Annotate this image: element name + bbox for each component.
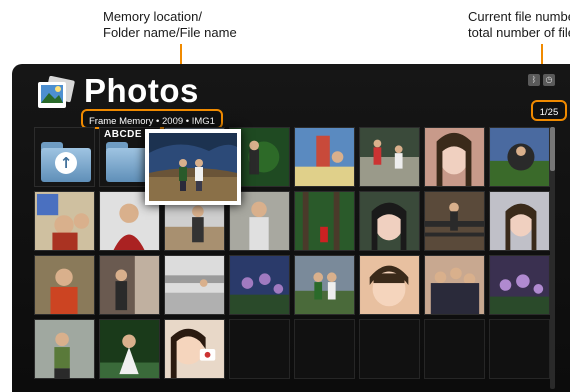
- photo-thumbnail[interactable]: [294, 127, 355, 187]
- photo-thumbnail[interactable]: [34, 319, 95, 379]
- photo-thumbnail[interactable]: [359, 255, 420, 315]
- empty-tile: [424, 319, 485, 379]
- file-counter: 1/25: [531, 100, 567, 121]
- photo-thumbnail[interactable]: [359, 191, 420, 251]
- photo-thumbnail[interactable]: [294, 191, 355, 251]
- location-callout: Memory location/ Folder name/File name: [103, 9, 237, 41]
- count-callout-line1: Current file number/: [468, 9, 570, 24]
- selected-photo[interactable]: [145, 129, 241, 205]
- photo-thumbnail[interactable]: [489, 191, 550, 251]
- count-callout: Current file number/ total number of fil…: [468, 9, 570, 41]
- empty-tile: [359, 319, 420, 379]
- empty-tile: [489, 319, 550, 379]
- photo-thumbnail[interactable]: [229, 255, 290, 315]
- scrollbar[interactable]: [550, 127, 555, 389]
- location-callout-line1: Memory location/: [103, 9, 202, 24]
- photo-thumbnail[interactable]: [424, 127, 485, 187]
- empty-tile: [229, 319, 290, 379]
- scroll-thumb[interactable]: [550, 127, 555, 171]
- file-counter-text: 1/25: [539, 107, 559, 118]
- photo-thumbnail[interactable]: [164, 319, 225, 379]
- photo-thumbnail[interactable]: [489, 255, 550, 315]
- folder-label: ABCDE: [104, 129, 143, 140]
- up-arrow-icon: ↑: [55, 152, 77, 174]
- empty-tile: [294, 319, 355, 379]
- photo-thumbnail[interactable]: [359, 127, 420, 187]
- photos-screen: Photos ᛒ ◷ Frame Memory • 2009 • IMG1 1/…: [12, 64, 570, 392]
- photo-thumbnail[interactable]: [99, 255, 160, 315]
- photo-thumbnail[interactable]: [424, 191, 485, 251]
- photo-thumbnail[interactable]: [294, 255, 355, 315]
- bluetooth-icon: ᛒ: [528, 74, 540, 86]
- photo-thumbnail[interactable]: [34, 255, 95, 315]
- app-title: Photos: [84, 72, 199, 109]
- breadcrumb: Frame Memory • 2009 • IMG1: [81, 109, 223, 129]
- photo-thumbnail[interactable]: [99, 319, 160, 379]
- photo-thumbnail[interactable]: [164, 255, 225, 315]
- clock-icon: ◷: [543, 74, 555, 86]
- folder-up-tile[interactable]: ↑: [34, 127, 95, 187]
- folder-up-icon: ↑: [41, 142, 91, 182]
- breadcrumb-text: Frame Memory • 2009 • IMG1: [89, 116, 215, 127]
- photo-thumbnail[interactable]: [34, 191, 95, 251]
- photo-thumbnail[interactable]: [489, 127, 550, 187]
- count-callout-line2: total number of files: [468, 25, 570, 40]
- location-callout-line2: Folder name/File name: [103, 25, 237, 40]
- photos-app-icon: [38, 76, 75, 108]
- photo-thumbnail[interactable]: [424, 255, 485, 315]
